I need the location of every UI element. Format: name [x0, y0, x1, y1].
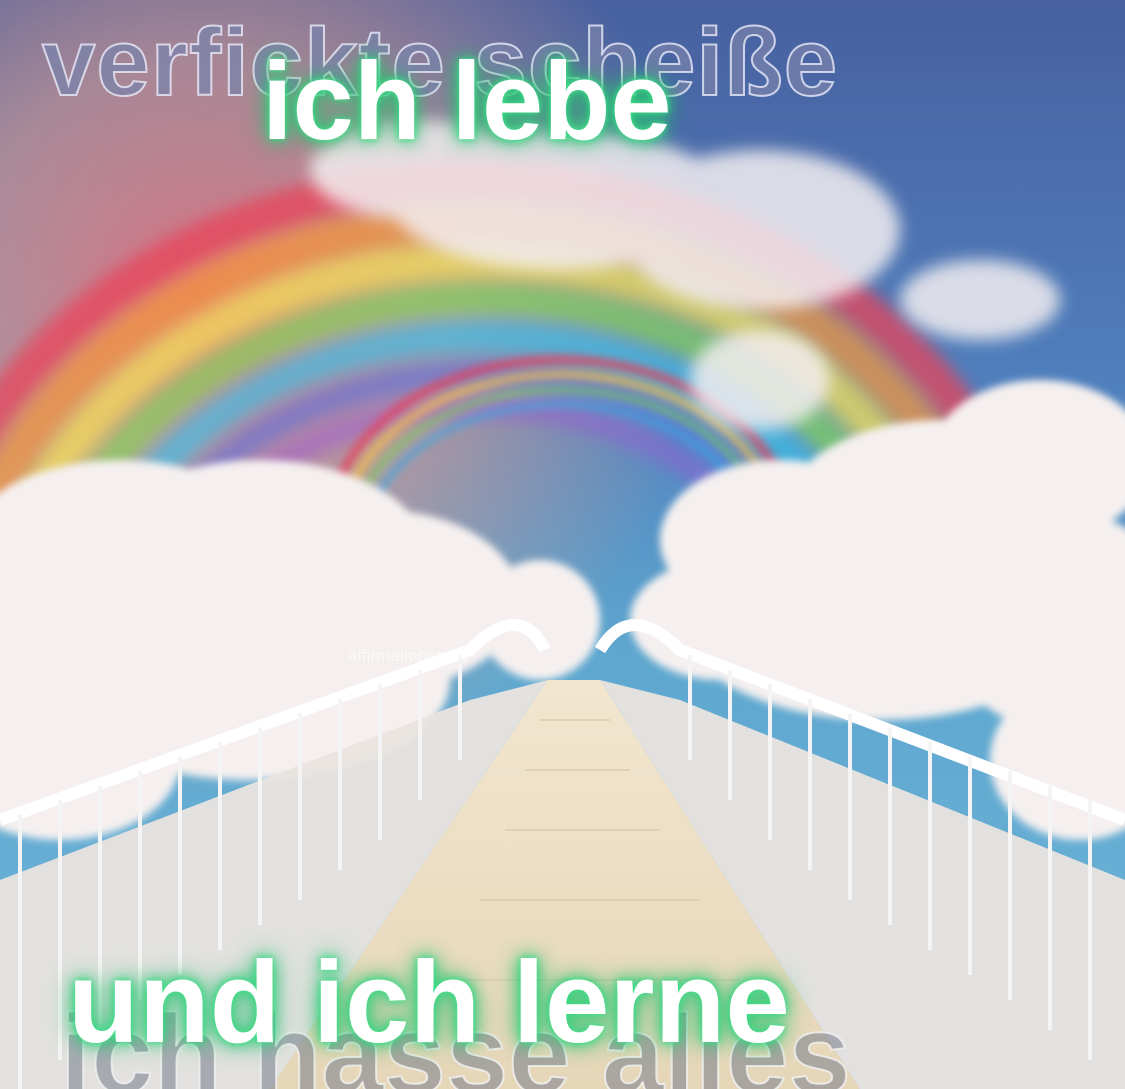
main-caption-top: ich lebe [262, 40, 672, 163]
main-caption-bottom: und ich lerne [68, 937, 790, 1067]
meme-image: verfickte scheiße affirmationen.de ich h… [0, 0, 1125, 1089]
watermark-text: affirmationen.de [348, 646, 470, 665]
